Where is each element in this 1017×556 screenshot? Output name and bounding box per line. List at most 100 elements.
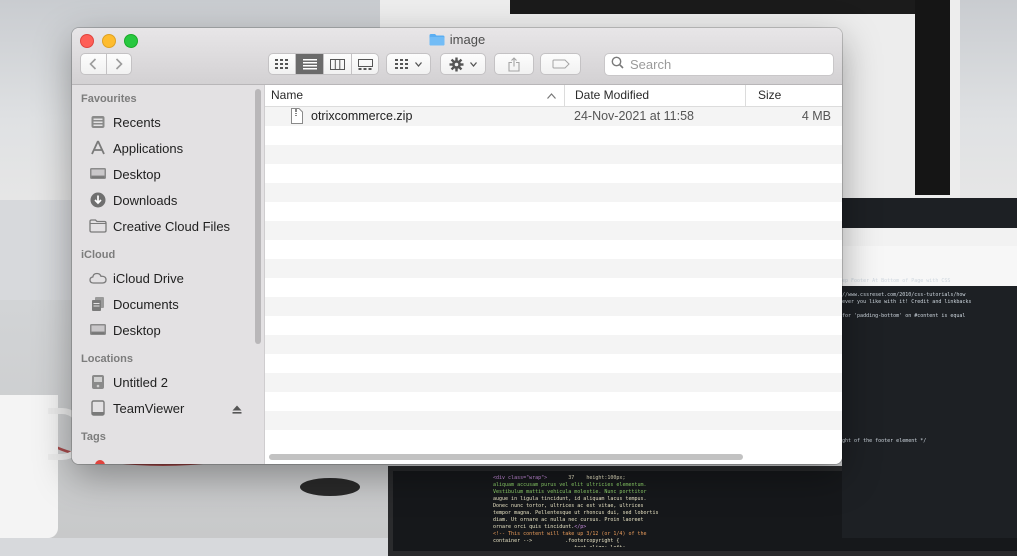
empty-row — [265, 278, 842, 297]
forward-button[interactable] — [107, 54, 132, 74]
list-view-button[interactable] — [296, 54, 324, 74]
gallery-view-icon — [358, 58, 373, 70]
wallpaper-monitor-stand — [915, 0, 950, 195]
window-title: image — [72, 32, 842, 49]
history-nav — [80, 53, 132, 75]
empty-row — [265, 392, 842, 411]
column-view-icon — [330, 58, 345, 70]
file-name: otrixcommerce.zip — [311, 109, 413, 123]
sort-ascending-icon — [547, 85, 556, 106]
icon-view-icon — [274, 59, 289, 69]
share-button[interactable] — [494, 53, 534, 75]
search-field[interactable] — [604, 53, 834, 76]
file-rows: otrixcommerce.zip 24-Nov-2021 at 11:58 4… — [265, 107, 842, 449]
finder-window: image Search Favourites Recents Applicat… — [72, 28, 842, 464]
gear-icon — [449, 57, 464, 72]
sidebar-item-applications[interactable]: Applications — [72, 135, 264, 161]
sidebar-item-label: Downloads — [113, 192, 178, 208]
table-row[interactable]: otrixcommerce.zip 24-Nov-2021 at 11:58 4… — [265, 107, 842, 126]
sidebar: Favourites Recents Applications Desktop … — [72, 85, 265, 464]
download-icon — [89, 192, 107, 208]
sidebar-item-label: Documents — [113, 296, 179, 312]
tag-icon — [552, 59, 570, 69]
icon-view-button[interactable] — [268, 54, 296, 74]
sidebar-section-tags: Tags — [81, 431, 106, 443]
back-button[interactable] — [81, 54, 107, 74]
column-view-button[interactable] — [324, 54, 352, 74]
sidebar-item-label: Recents — [113, 114, 161, 130]
chevron-down-icon — [470, 61, 477, 67]
empty-row — [265, 259, 842, 278]
column-header-name[interactable]: Name — [265, 85, 564, 106]
sidebar-item-documents[interactable]: Documents — [72, 291, 264, 317]
sidebar-item-untitled-2[interactable]: Untitled 2 — [72, 369, 264, 395]
sidebar-item-desktop[interactable]: Desktop — [72, 161, 264, 187]
empty-row — [265, 297, 842, 316]
empty-row — [265, 221, 842, 240]
empty-row — [265, 430, 842, 449]
wallpaper-side-screen: ep Footer At Bottom of Page with CSS //w… — [842, 198, 1017, 538]
empty-row — [265, 411, 842, 430]
empty-row — [265, 164, 842, 183]
sidebar-item-recents[interactable]: Recents — [72, 109, 264, 135]
sidebar-item-label: Desktop — [113, 166, 161, 182]
chevron-left-icon — [89, 58, 97, 70]
eject-icon[interactable] — [232, 402, 242, 417]
sidebar-scrollbar[interactable] — [255, 89, 261, 344]
sidebar-item-teamviewer[interactable]: TeamViewer — [72, 395, 264, 421]
desktop-icon — [89, 323, 107, 337]
sidebar-item-icloud-desktop[interactable]: Desktop — [72, 317, 264, 343]
empty-row — [265, 373, 842, 392]
column-header-date-modified[interactable]: Date Modified — [564, 85, 745, 106]
sidebar-item-creative-cloud-files[interactable]: Creative Cloud Files — [72, 213, 264, 239]
search-icon — [611, 56, 624, 74]
gallery-view-button[interactable] — [352, 54, 379, 74]
empty-row — [265, 240, 842, 259]
sidebar-item-label: TeamViewer — [113, 400, 185, 416]
share-icon — [508, 56, 520, 72]
wallpaper-puck — [300, 478, 360, 496]
tag-color-dot[interactable] — [95, 460, 105, 464]
view-mode-control — [268, 53, 379, 75]
empty-row — [265, 354, 842, 373]
sidebar-item-label: Creative Cloud Files — [113, 218, 231, 234]
empty-row — [265, 202, 842, 221]
empty-row — [265, 126, 842, 145]
file-size: 4 MB — [801, 109, 831, 123]
sidebar-section-icloud: iCloud — [81, 249, 116, 261]
group-grid-icon — [395, 59, 409, 69]
list-view-icon — [302, 58, 317, 70]
file-list: Name Date Modified Size otrixcommerce.zi… — [265, 85, 842, 464]
documents-icon — [89, 296, 107, 312]
folder-icon — [429, 33, 445, 49]
folder-icon — [89, 219, 107, 233]
sidebar-section-favourites: Favourites — [81, 93, 137, 105]
search-input[interactable] — [630, 57, 820, 72]
file-date-modified: 24-Nov-2021 at 11:58 — [574, 109, 694, 123]
window-title-text: image — [449, 32, 486, 47]
sidebar-item-downloads[interactable]: Downloads — [72, 187, 264, 213]
drive-icon — [89, 400, 107, 416]
group-by-button[interactable] — [386, 53, 431, 75]
sidebar-item-label: Applications — [113, 140, 184, 156]
sidebar-item-label: Desktop — [113, 322, 161, 338]
action-menu-button[interactable] — [440, 53, 486, 75]
disk-icon — [89, 374, 107, 390]
cloud-icon — [89, 272, 107, 284]
sidebar-item-label: iCloud Drive — [113, 270, 184, 286]
chevron-down-icon — [415, 61, 422, 67]
horizontal-scrollbar[interactable] — [269, 454, 743, 460]
sidebar-section-locations: Locations — [81, 353, 133, 365]
chevron-right-icon — [115, 58, 123, 70]
column-header-size[interactable]: Size — [745, 85, 842, 106]
empty-row — [265, 316, 842, 335]
list-header: Name Date Modified Size — [265, 85, 842, 107]
empty-row — [265, 183, 842, 202]
tag-button[interactable] — [540, 53, 581, 75]
empty-row — [265, 335, 842, 354]
sidebar-item-icloud-drive[interactable]: iCloud Drive — [72, 265, 264, 291]
sidebar-item-label: Untitled 2 — [113, 374, 168, 390]
clock-icon — [89, 115, 107, 129]
empty-row — [265, 145, 842, 164]
titlebar: image — [72, 28, 842, 85]
